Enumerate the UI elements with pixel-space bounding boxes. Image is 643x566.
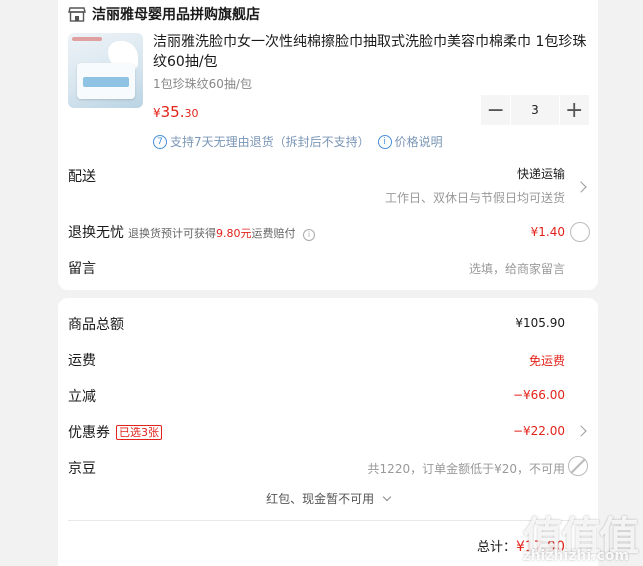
discount-row: 立减 −¥66.00	[68, 386, 588, 406]
coupon-tag: 已选3张	[116, 425, 162, 440]
coupon-row[interactable]: 优惠券 已选3张 −¥22.00	[68, 422, 588, 442]
order-item-card: 洁丽雅母婴用品拼购旗舰店 洁丽雅洗脸巾女一次性纯棉擦脸巾抽取式洗脸巾美容巾棉柔巾…	[58, 0, 598, 290]
shipping-label: 运费	[68, 353, 96, 369]
redpacket-text: 红包、现金暂不可用	[266, 492, 375, 506]
product-image[interactable]	[68, 33, 143, 108]
message-input[interactable]: 选填，给商家留言	[469, 260, 565, 277]
product-spec: 1包珍珠纹60抽/包	[153, 77, 252, 91]
jd-bean-row: 京豆 共1220，订单金额低于¥20，不可用	[68, 458, 588, 478]
disabled-icon	[568, 456, 588, 476]
store-icon	[68, 6, 86, 22]
discount-label: 立减	[68, 389, 96, 405]
shop-header[interactable]: 洁丽雅母婴用品拼购旗舰店	[68, 3, 260, 25]
goods-total-value: ¥105.90	[515, 316, 565, 330]
jd-bean-text: 共1220，订单金额低于¥20，不可用	[367, 462, 565, 476]
return-worry-price: ¥1.40	[530, 225, 565, 239]
message-label: 留言	[68, 261, 96, 277]
shop-name: 洁丽雅母婴用品拼购旗舰店	[92, 7, 260, 23]
coupon-label: 优惠券	[68, 425, 110, 441]
divider	[68, 520, 588, 521]
seven-day-icon: 7	[153, 134, 167, 149]
return-worry-label: 退换无忧	[68, 225, 124, 241]
product-logo	[72, 37, 102, 41]
order-summary-card: 商品总额 ¥105.90 运费 免运费 立减 −¥66.00 优惠券 已选3张 −…	[58, 298, 598, 566]
redpacket-row[interactable]: 红包、现金暂不可用	[58, 490, 598, 507]
return-worry-radio[interactable]	[570, 222, 590, 242]
discount-value: −¥66.00	[512, 388, 565, 402]
product-title[interactable]: 洁丽雅洗脸巾女一次性纯棉擦脸巾抽取式洗脸巾美容巾棉柔巾 1包珍珠纹60抽/包	[153, 32, 593, 72]
increase-button[interactable]: +	[559, 95, 589, 125]
delivery-method[interactable]: 快递运输	[517, 165, 565, 182]
shipping-row: 运费 免运费	[68, 350, 588, 370]
product-price: ¥35.30	[153, 103, 199, 121]
quantity-stepper: − 3 +	[481, 95, 589, 125]
return-worry-desc: 退换货预计可获得9.80元运费赔付 i	[128, 225, 318, 241]
delivery-schedule[interactable]: 工作日、双休日与节假日均可送货	[385, 189, 565, 206]
site-watermark: 值值值 zhizhizhi.com	[522, 514, 639, 564]
service-text: 支持7天无理由退货（拆封后不支持）	[170, 135, 370, 149]
chevron-right-icon[interactable]	[575, 181, 587, 193]
coupon-value: −¥22.00	[512, 424, 565, 438]
info-icon[interactable]: i	[303, 228, 315, 241]
jd-bean-label: 京豆	[68, 461, 96, 477]
delivery-label: 配送	[68, 169, 96, 185]
shipping-value: 免运费	[528, 354, 565, 368]
quantity-value[interactable]: 3	[511, 95, 559, 125]
goods-total-label: 商品总额	[68, 317, 124, 333]
chevron-down-icon	[382, 492, 392, 502]
service-info: 7 支持7天无理由退货（拆封后不支持） i 价格说明	[153, 133, 443, 150]
info-icon[interactable]: i	[377, 134, 392, 149]
price-info-link[interactable]: 价格说明	[395, 133, 443, 150]
goods-total-row: 商品总额 ¥105.90	[68, 314, 588, 334]
decrease-button[interactable]: −	[481, 95, 511, 125]
total-label: 总计：	[476, 540, 516, 555]
